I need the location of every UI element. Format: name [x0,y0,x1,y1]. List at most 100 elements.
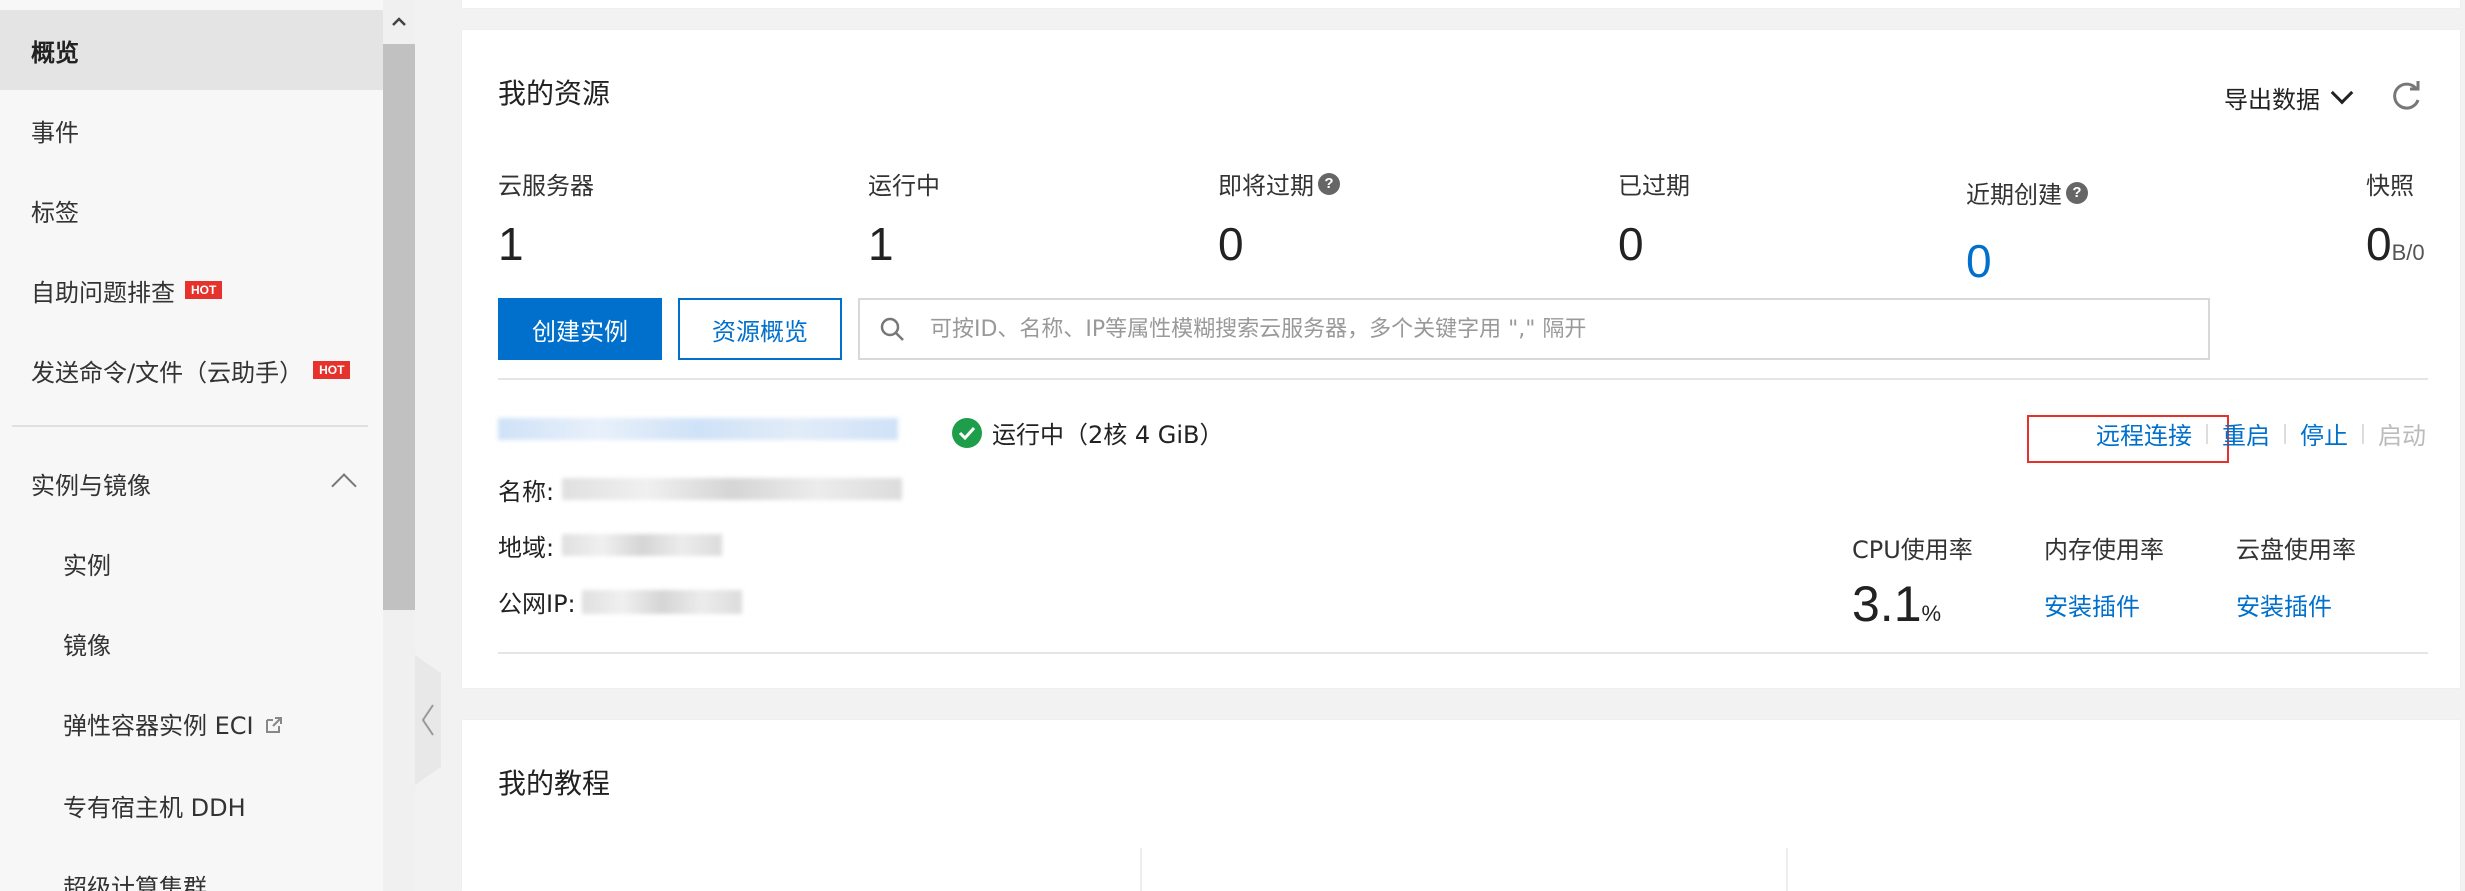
export-data-dropdown[interactable]: 导出数据 [2224,80,2354,115]
stat-expiring[interactable]: 即将过期 ? 0 [1218,166,1340,271]
sidebar-item-label: 发送命令/文件（云助手） [31,358,304,387]
metric-unit: % [1921,601,1942,626]
my-tutorials-card: 我的教程 [462,720,2460,891]
sidebar-item-label: 概览 [31,38,79,67]
sidebar-item-overview[interactable]: 概览 [0,10,383,90]
refresh-icon[interactable] [2388,78,2424,114]
region-label: 地域: [498,534,555,562]
stop-link[interactable]: 停止 [2300,416,2348,451]
stat-cloud-servers[interactable]: 云服务器 1 [498,166,594,271]
stat-value: 0 [2366,218,2392,270]
instance-ip-row: 公网IP: [498,584,576,619]
instance-ip-redacted [582,590,742,614]
chevron-down-icon [2330,81,2354,104]
sidebar: 概览 事件 标签 自助问题排查 HOT 发送命令/文件（云助手） HOT 实例与… [0,0,383,891]
metric-cpu: CPU使用率 3.1% [1852,530,1973,633]
help-icon[interactable]: ? [1318,172,1340,195]
sidebar-item-troubleshoot[interactable]: 自助问题排查 HOT [0,250,383,330]
stat-label: 近期创建 [1966,181,2062,209]
sidebar-item-images[interactable]: 镜像 [0,603,383,683]
metric-disk: 云盘使用率 安装插件 [2236,530,2356,622]
previous-card-edge [462,0,2460,8]
install-plugin-link[interactable]: 安装插件 [2236,587,2356,622]
stat-label: 云服务器 [498,172,594,200]
scroll-up-arrow-icon[interactable] [383,0,415,44]
success-check-icon [952,417,982,448]
scrollbar-thumb[interactable] [383,44,415,610]
stat-label: 快照 [2366,172,2414,200]
metric-label: 云盘使用率 [2236,536,2356,564]
sidebar-item-label: 专有宿主机 DDH [63,793,246,822]
stat-label: 运行中 [868,172,940,200]
sidebar-item-cloud-assistant[interactable]: 发送命令/文件（云助手） HOT [0,330,383,410]
action-separator [2284,423,2286,444]
start-link[interactable]: 启动 [2378,416,2426,451]
help-icon[interactable]: ? [2066,181,2088,204]
hot-badge: HOT [185,281,223,299]
metric-memory: 内存使用率 安装插件 [2044,530,2164,622]
card-title: 我的资源 [498,77,611,110]
sidebar-item-eci[interactable]: 弹性容器实例 ECI [0,683,383,763]
stat-value: 1 [868,218,894,270]
sidebar-group-instances-images[interactable]: 实例与镜像 [0,443,383,523]
instance-actions: 远程连接 重启 停止 启动 [2096,416,2426,451]
sidebar-divider [12,425,368,427]
chevron-up-icon [331,473,357,499]
metric-label: CPU使用率 [1852,536,1973,564]
export-label: 导出数据 [2224,86,2320,114]
instance-status: 运行中（2核 4 GiB） [952,415,1224,450]
sidebar-item-events[interactable]: 事件 [0,90,383,170]
sidebar-item-label: 超级计算集群 [63,873,207,891]
stat-label: 即将过期 [1218,172,1314,200]
sidebar-item-label: 标签 [31,198,79,227]
remote-connect-link[interactable]: 远程连接 [2096,416,2192,451]
search-input[interactable] [930,316,2208,342]
column-divider [1140,848,1142,891]
sidebar-item-label: 实例 [63,551,111,580]
stat-value: 1 [498,218,524,270]
divider [498,378,2428,380]
instance-name-row: 名称: [498,472,554,507]
status-text: 运行中（2核 4 GiB） [992,421,1224,449]
stat-value: 0 [1618,218,1644,270]
column-divider [1786,848,1788,891]
chevron-left-icon [421,704,434,736]
sidebar-item-label: 弹性容器实例 ECI [63,711,254,740]
metric-value: 3.1 [1852,576,1922,632]
ip-label: 公网IP: [498,590,576,618]
sidebar-item-label: 自助问题排查 [31,278,175,307]
stat-value[interactable]: 0 [1966,234,2088,288]
instance-region-row: 地域: [498,528,554,563]
create-instance-button[interactable]: 创建实例 [498,298,662,360]
name-label: 名称: [498,478,555,506]
instance-search-box[interactable] [858,298,2210,360]
install-plugin-link[interactable]: 安装插件 [2044,587,2164,622]
sidebar-item-tags[interactable]: 标签 [0,170,383,250]
restart-link[interactable]: 重启 [2222,416,2270,451]
sidebar-item-label: 镜像 [63,631,111,660]
stat-expired[interactable]: 已过期 0 [1618,166,1690,271]
stat-snapshots[interactable]: 快照 0B/0 [2366,166,2425,271]
sidebar-group-label: 实例与镜像 [31,471,151,500]
instance-id-redacted[interactable] [498,418,898,440]
stat-recently-created[interactable]: 近期创建 ? 0 [1966,175,2088,288]
stat-running[interactable]: 运行中 1 [868,166,940,271]
stat-value: 0 [1218,218,1244,270]
external-link-icon [264,713,284,733]
resource-overview-button[interactable]: 资源概览 [678,298,842,360]
sidebar-item-label: 事件 [31,118,79,147]
sidebar-item-instances[interactable]: 实例 [0,523,383,603]
card-title: 我的教程 [498,767,611,800]
instance-region-redacted [562,534,722,556]
hot-badge: HOT [313,361,351,379]
action-separator [2206,423,2208,444]
sidebar-collapse-handle[interactable] [415,655,441,785]
stat-label: 已过期 [1618,172,1690,200]
sidebar-item-ddh[interactable]: 专有宿主机 DDH [0,765,383,845]
action-separator [2362,423,2364,444]
instance-name-redacted [562,478,902,500]
stat-unit: B/0 [2391,240,2425,265]
sidebar-item-scc[interactable]: 超级计算集群 [0,845,383,891]
divider [498,652,2428,654]
metric-label: 内存使用率 [2044,536,2164,564]
